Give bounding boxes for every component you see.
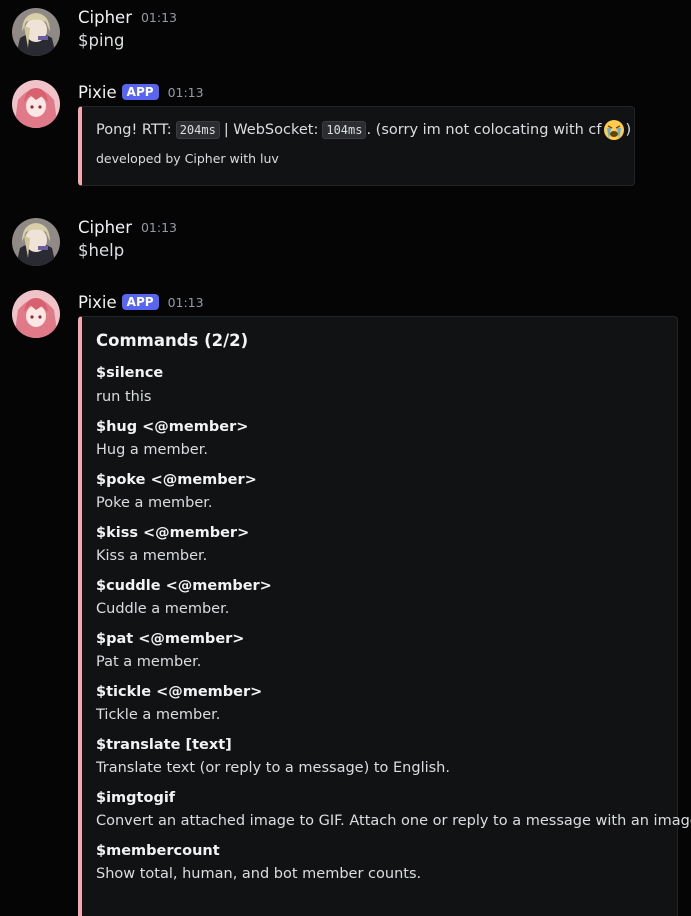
command-name: $translate [text] [96, 737, 232, 753]
command-description: Pat a member. [96, 654, 202, 670]
command-name: $pat <@member> [96, 631, 245, 647]
embed-ping: Pong! RTT: 204ms | WebSocket: 104ms . (s… [78, 106, 635, 186]
command-name: $cuddle <@member> [96, 578, 272, 594]
username[interactable]: Cipher [78, 8, 132, 27]
command-description: Kiss a member. [96, 548, 208, 564]
embed-title: Commands (2/2) [96, 331, 249, 350]
command-name: $tickle <@member> [96, 684, 263, 700]
websocket-code: 104ms [322, 121, 367, 139]
ping-suffix: . (sorry im not colocating with cf [366, 122, 602, 138]
ping-result: Pong! RTT: 204ms | WebSocket: 104ms . (s… [96, 119, 631, 141]
message-header: Pixie APP 01:13 [78, 291, 204, 313]
message-content: $ping [78, 31, 125, 50]
command-description: Tickle a member. [96, 707, 221, 723]
message-header: Cipher 01:13 [78, 6, 177, 28]
command-description: Cuddle a member. [96, 601, 230, 617]
embed-commands: Commands (2/2) $silence run this $hug <@… [78, 316, 691, 916]
loudly-crying-face-icon [603, 119, 625, 141]
command-name: $silence [96, 365, 164, 381]
rtt-code: 204ms [175, 121, 220, 139]
message-header: Pixie APP 01:13 [78, 81, 204, 103]
timestamp[interactable]: 01:13 [141, 10, 177, 25]
timestamp[interactable]: 01:13 [141, 220, 177, 235]
command-name: $hug <@member> [96, 419, 249, 435]
pong-prefix: Pong! RTT: [96, 122, 172, 138]
command-description: Poke a member. [96, 495, 213, 511]
timestamp[interactable]: 01:13 [168, 295, 204, 310]
command-description: Hug a member. [96, 442, 208, 458]
message-content: $help [78, 241, 125, 260]
avatar-pixie[interactable] [12, 80, 60, 128]
username[interactable]: Cipher [78, 218, 132, 237]
avatar-cipher[interactable] [12, 218, 60, 266]
command-name: $imgtogif [96, 790, 176, 806]
command-description: Show total, human, and bot member counts… [96, 866, 422, 882]
avatar-cipher[interactable] [12, 8, 60, 56]
app-badge: APP [121, 294, 159, 310]
command-description: Translate text (or reply to a message) t… [96, 760, 450, 776]
websocket-prefix: | WebSocket: [223, 122, 319, 138]
username[interactable]: Pixie [78, 293, 117, 312]
command-name: $poke <@member> [96, 472, 257, 488]
username[interactable]: Pixie [78, 83, 117, 102]
command-description: Convert an attached image to GIF. Attach… [96, 813, 691, 829]
ping-suffix-end: ) [625, 122, 632, 138]
command-name: $membercount [96, 843, 220, 859]
message-header: Cipher 01:13 [78, 216, 177, 238]
app-badge: APP [121, 84, 159, 100]
avatar-pixie[interactable] [12, 290, 60, 338]
command-name: $kiss <@member> [96, 525, 250, 541]
timestamp[interactable]: 01:13 [168, 85, 204, 100]
command-description: run this [96, 389, 152, 405]
embed-footer: developed by Cipher with luv [96, 151, 279, 166]
